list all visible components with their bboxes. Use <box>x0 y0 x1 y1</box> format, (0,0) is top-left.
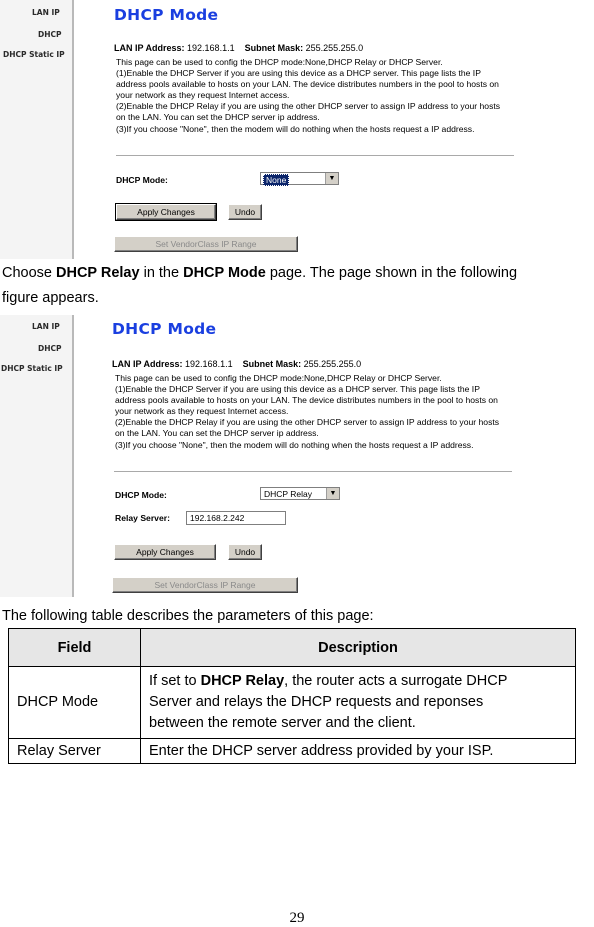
dhcp-mode-screenshot-none: LAN IP DHCP DHCP Static IP DHCP Mode LAN… <box>0 0 586 259</box>
description: This page can be used to config the DHCP… <box>115 373 585 451</box>
apply-changes-button[interactable]: Apply Changes <box>114 544 216 560</box>
text: page. The page shown in the following <box>265 265 518 281</box>
sidebar-item-lan-ip[interactable]: LAN IP <box>32 322 60 331</box>
lan-ip-label: LAN IP Address: <box>112 359 183 369</box>
description-line: on the LAN. You can set the DHCP server … <box>116 112 320 123</box>
sidebar-item-dhcp[interactable]: DHCP <box>38 30 62 39</box>
divider <box>114 471 512 472</box>
description-line: (3)If you choose "None", then the modem … <box>115 439 474 450</box>
table-row: Relay Server Enter the DHCP server addre… <box>8 738 576 764</box>
sidebar-item-lan-ip[interactable]: LAN IP <box>32 8 60 17</box>
table-row: DHCP Mode If set to DHCP Relay, the rout… <box>8 666 576 739</box>
subnet-mask-value: 255.255.255.0 <box>305 43 364 53</box>
description-line: address pools available to hosts on your… <box>115 395 498 406</box>
page-number: 29 <box>289 910 305 926</box>
chevron-down-icon[interactable]: ▼ <box>325 173 338 184</box>
lan-ip-value: 192.168.1.1 <box>187 43 235 53</box>
parameters-table: Field Description DHCP Mode If set to DH… <box>8 628 576 764</box>
dhcp-mode-selected-value: None <box>263 174 290 186</box>
description-line: address pools available to hosts on your… <box>116 79 499 90</box>
description-cell: Enter the DHCP server address provided b… <box>140 738 576 764</box>
sidebar-item-dhcp[interactable]: DHCP <box>38 344 62 353</box>
description-line: Server and relays the DHCP requests and … <box>149 694 484 710</box>
lan-ip-line: LAN IP Address: 192.168.1.1 Subnet Mask:… <box>112 359 361 369</box>
field-cell: DHCP Mode <box>8 666 141 739</box>
apply-changes-button[interactable]: Apply Changes <box>115 203 217 221</box>
description-line: This page can be used to config the DHCP… <box>115 373 442 383</box>
page-title: DHCP Mode <box>114 6 219 24</box>
dhcp-mode-screenshot-relay: LAN IP DHCP DHCP Static IP DHCP Mode LAN… <box>0 315 586 597</box>
dhcp-mode-select[interactable]: None ▼ <box>260 172 339 186</box>
lan-ip-label: LAN IP Address: <box>114 43 185 53</box>
table-intro: The following table describes the parame… <box>2 608 374 624</box>
table-header-row: Field Description <box>8 628 576 667</box>
description-line: (2)Enable the DHCP Relay if you are usin… <box>116 101 501 112</box>
subnet-mask-label: Subnet Mask: <box>244 43 304 53</box>
emphasis: DHCP Relay <box>200 673 285 689</box>
dhcp-mode-label: DHCP Mode: <box>115 490 167 500</box>
divider <box>116 155 514 156</box>
dhcp-mode-select[interactable]: DHCP Relay ▼ <box>260 487 340 500</box>
relay-server-label: Relay Server: <box>115 513 170 523</box>
sidebar: LAN IP DHCP DHCP Static IP <box>0 0 74 259</box>
sidebar: LAN IP DHCP DHCP Static IP <box>0 315 74 597</box>
column-header-field: Field <box>8 628 141 667</box>
description-line: If set to DHCP Relay, the router acts a … <box>149 671 567 692</box>
text: , the router acts a surrogate DHCP <box>284 673 508 689</box>
relay-server-value: 192.168.2.242 <box>190 513 245 523</box>
dhcp-mode-label: DHCP Mode: <box>116 175 168 185</box>
column-header-description: Description <box>140 628 576 667</box>
description-line: (2)Enable the DHCP Relay if you are usin… <box>115 417 500 428</box>
emphasis: DHCP Mode <box>183 265 266 281</box>
dhcp-mode-selected-value: DHCP Relay <box>264 489 313 499</box>
page-title: DHCP Mode <box>112 320 217 338</box>
text: Choose <box>2 265 57 281</box>
emphasis: DHCP Relay <box>56 265 140 281</box>
description-line: your network as they request Internet ac… <box>115 406 289 417</box>
paragraph-line: figure appears. <box>2 290 99 306</box>
description-line: (1)Enable the DHCP Server if you are usi… <box>115 384 480 395</box>
paragraph-line: Choose DHCP Relay in the DHCP Mode page.… <box>2 263 517 284</box>
description-line: between the remote server and the client… <box>149 715 416 731</box>
text: If set to <box>149 673 201 689</box>
lan-ip-line: LAN IP Address: 192.168.1.1 Subnet Mask:… <box>114 43 363 53</box>
description-line: on the LAN. You can set the DHCP server … <box>115 428 319 439</box>
set-vendorclass-ip-range-button[interactable]: Set VendorClass IP Range <box>112 577 298 593</box>
relay-server-input[interactable]: 192.168.2.242 <box>186 511 286 525</box>
field-cell: Relay Server <box>8 738 141 764</box>
sidebar-item-dhcp-static-ip[interactable]: DHCP Static IP <box>1 364 63 373</box>
description-line: This page can be used to config the DHCP… <box>116 57 443 67</box>
description-line: your network as they request Internet ac… <box>116 90 290 101</box>
description-cell: If set to DHCP Relay, the router acts a … <box>140 666 576 739</box>
set-vendorclass-ip-range-button[interactable]: Set VendorClass IP Range <box>114 236 298 252</box>
description-line: (1)Enable the DHCP Server if you are usi… <box>116 68 481 79</box>
undo-button[interactable]: Undo <box>228 204 262 220</box>
subnet-mask-value: 255.255.255.0 <box>303 359 362 369</box>
subnet-mask-label: Subnet Mask: <box>242 359 302 369</box>
description: This page can be used to config the DHCP… <box>116 57 586 135</box>
undo-button[interactable]: Undo <box>228 544 262 560</box>
sidebar-item-dhcp-static-ip[interactable]: DHCP Static IP <box>3 50 65 59</box>
description-line: (3)If you choose "None", then the modem … <box>116 123 475 134</box>
lan-ip-value: 192.168.1.1 <box>185 359 233 369</box>
chevron-down-icon[interactable]: ▼ <box>326 488 339 499</box>
instruction-paragraph: Choose DHCP Relay in the DHCP Mode page.… <box>2 263 517 309</box>
text: in the <box>139 265 184 281</box>
